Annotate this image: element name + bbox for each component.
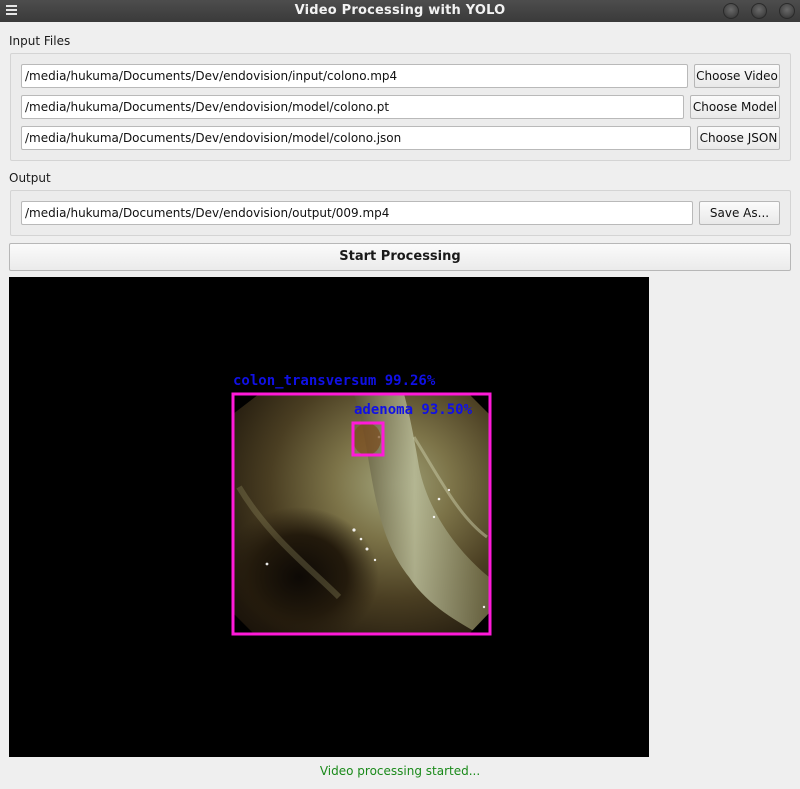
choose-json-button[interactable]: Choose JSON	[697, 126, 780, 150]
endoscopy-image	[233, 394, 489, 634]
minimize-icon[interactable]	[723, 3, 739, 19]
close-icon[interactable]	[779, 3, 795, 19]
window-title: Video Processing with YOLO	[294, 3, 506, 18]
input-files-group: /media/hukuma/Documents/Dev/endovision/i…	[10, 53, 791, 161]
choose-video-button[interactable]: Choose Video	[694, 64, 780, 88]
detection-label-adenoma: adenoma 93.50%	[354, 402, 473, 418]
status-message: Video processing started...	[319, 764, 481, 778]
video-path-input[interactable]: /media/hukuma/Documents/Dev/endovision/i…	[21, 64, 688, 88]
json-path-input[interactable]: /media/hukuma/Documents/Dev/endovision/m…	[21, 126, 691, 150]
video-preview: colon_transversum 99.26% adenoma 93.50%	[9, 277, 649, 757]
output-label: Output	[9, 171, 51, 185]
output-group: /media/hukuma/Documents/Dev/endovision/o…	[10, 190, 791, 236]
video-frame: colon_transversum 99.26% adenoma 93.50%	[231, 373, 492, 636]
maximize-icon[interactable]	[751, 3, 767, 19]
save-as-button[interactable]: Save As...	[699, 201, 780, 225]
model-path-input[interactable]: /media/hukuma/Documents/Dev/endovision/m…	[21, 95, 684, 119]
input-files-label: Input Files	[9, 34, 71, 48]
output-path-input[interactable]: /media/hukuma/Documents/Dev/endovision/o…	[21, 201, 693, 225]
detection-label-colon-transversum: colon_transversum 99.26%	[233, 373, 436, 389]
window-titlebar: Video Processing with YOLO	[0, 0, 800, 22]
choose-model-button[interactable]: Choose Model	[690, 95, 780, 119]
start-processing-button[interactable]: Start Processing	[9, 243, 791, 271]
